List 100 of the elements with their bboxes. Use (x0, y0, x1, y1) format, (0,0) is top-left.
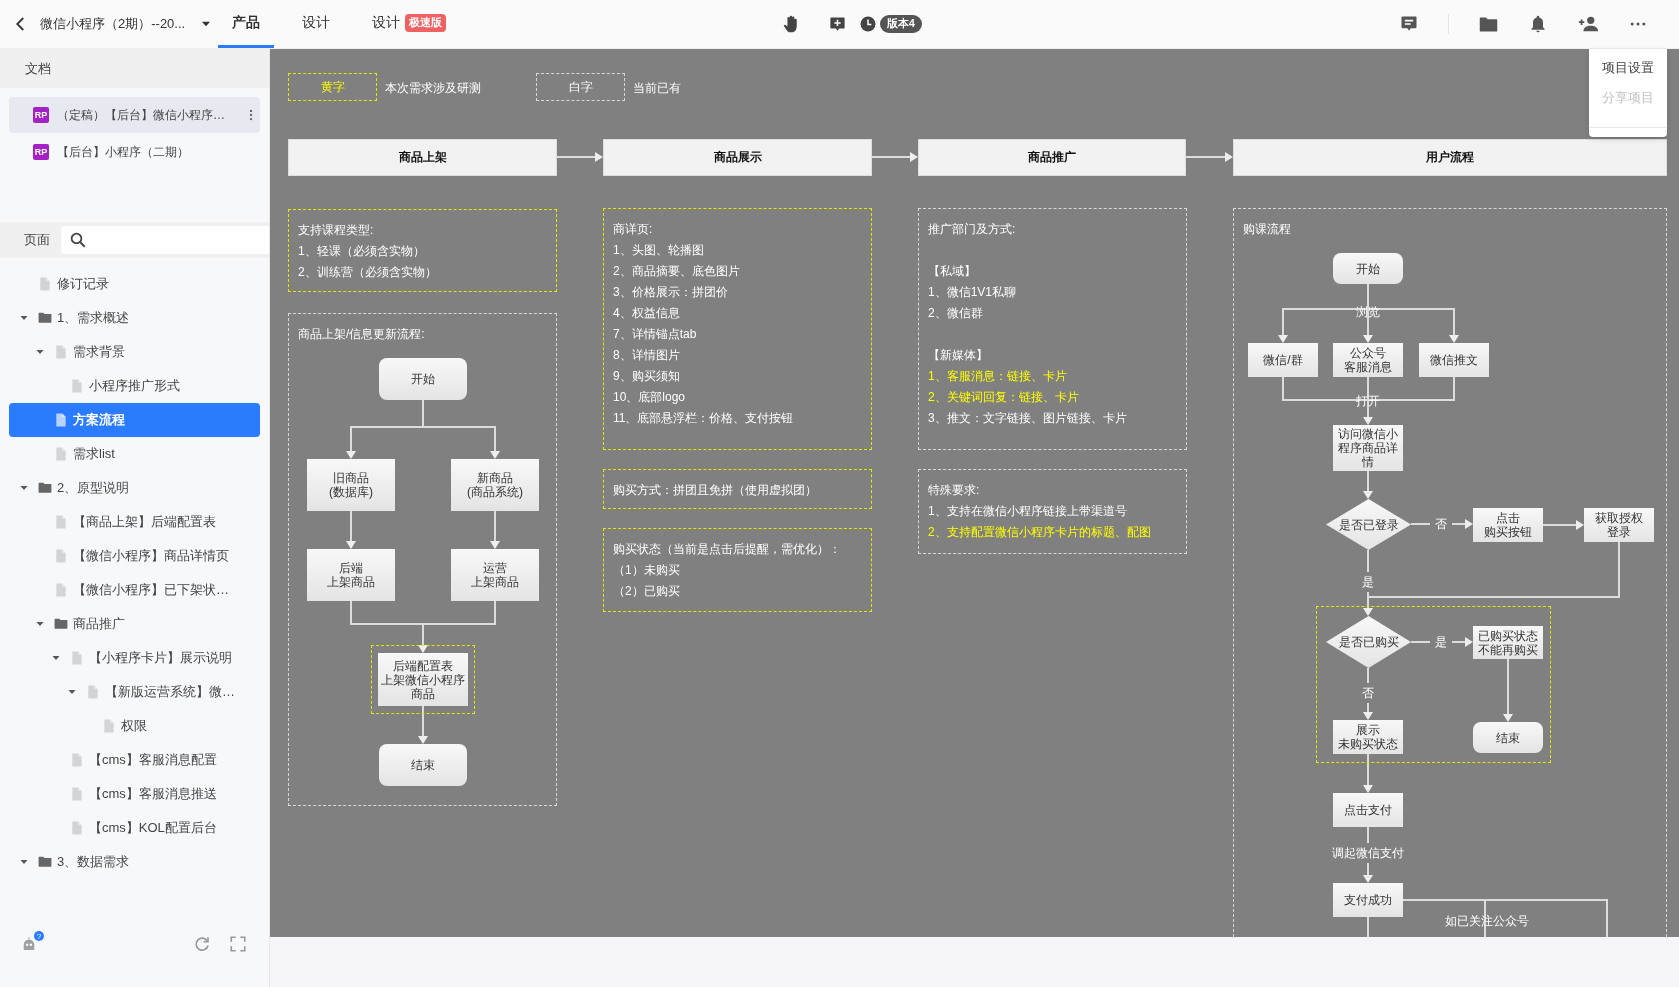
note-text: 8、详情图片 (613, 347, 681, 364)
tree-item[interactable]: 【新版运营系统】微… (0, 675, 269, 709)
search-field[interactable] (61, 226, 269, 254)
tree-item[interactable]: 【cms】客服消息配置 (0, 743, 269, 777)
connector-arrow (1451, 519, 1473, 529)
document-icon (54, 447, 68, 461)
connector-arrow (871, 152, 918, 162)
process-node: 运营 上架商品 (451, 549, 539, 601)
column-header: 用户流程 (1233, 139, 1667, 176)
column-header: 商品展示 (603, 139, 872, 176)
note-text: （1）未购买 (613, 562, 681, 579)
tree-item[interactable]: 【微信小程序】已下架状… (0, 573, 269, 607)
tree-item[interactable]: 3、数据需求 (0, 845, 269, 879)
note-text: 2、训练营（必须含实物） (298, 264, 438, 281)
note-title: 商品上架/信息更新流程: (298, 326, 426, 343)
help-badge[interactable]: ? (34, 931, 44, 941)
process-node: 点击 购买按钮 (1473, 508, 1543, 542)
process-node: 点击支付 (1333, 793, 1403, 827)
tree-item[interactable]: 【商品上架】后端配置表 (0, 505, 269, 539)
tree-item[interactable]: 权限 (0, 709, 269, 743)
note-text: 1、支持在微信小程序链接上带渠道号 (928, 503, 1128, 520)
clock-icon[interactable] (859, 15, 877, 33)
connector-arrow (490, 510, 500, 549)
refresh-icon[interactable] (193, 935, 211, 953)
legend-key: 黄字 (288, 73, 377, 101)
document-icon (70, 379, 84, 393)
project-selector[interactable]: 微信小程序（2期）--20... (40, 15, 218, 33)
edge-label: 是 (1435, 633, 1447, 651)
tree-item[interactable]: 【微信小程序】商品详情页 (0, 539, 269, 573)
tree-item[interactable]: 2、原型说明 (0, 471, 269, 505)
tree-item[interactable]: 小程序推广形式 (0, 369, 269, 403)
edge-label: 是 (1362, 573, 1374, 591)
note-text: 3、价格展示：拼团价 (613, 284, 729, 301)
add-comment-icon[interactable] (828, 14, 847, 34)
start-end-node: 结束 (379, 744, 467, 786)
document-icon (54, 583, 68, 597)
note-text: 1、微信1V1私聊 (928, 284, 1018, 301)
start-end-node: 开始 (1333, 253, 1403, 284)
doc-item[interactable]: RP （定稿）【后台】微信小程序… (9, 97, 260, 133)
column-header: 商品上架 (288, 139, 557, 176)
decision-node: 是否已登录 (1326, 499, 1411, 550)
document-icon (54, 549, 68, 563)
connector-arrow (1363, 753, 1373, 793)
edge-label: 调起微信支付 (1332, 844, 1404, 862)
note-text: 1、头图、轮播图 (613, 242, 705, 259)
tree-item[interactable]: 【cms】KOL配置后台 (0, 811, 269, 845)
search-icon (69, 231, 87, 249)
edge-label: 否 (1362, 684, 1374, 702)
connector-arrow (1363, 862, 1373, 883)
connector-arrow (1363, 702, 1373, 720)
legend-text: 当前已有 (633, 80, 681, 97)
connector-arrow (1542, 520, 1584, 530)
connector-line (1410, 523, 1431, 525)
folder-icon (38, 855, 52, 869)
tree-item[interactable]: 方案流程 (9, 403, 260, 437)
connector-arrow (556, 152, 603, 162)
tree-item[interactable]: 1、需求概述 (0, 301, 269, 335)
note-title: 支持课程类型: (298, 222, 375, 239)
doc-item[interactable]: RP 【后台】小程序（二期） (9, 134, 260, 170)
tab[interactable]: 设计 (288, 0, 344, 48)
tree-item[interactable]: 需求list (0, 437, 269, 471)
edge-label: 否 (1435, 515, 1447, 533)
connector-arrow (346, 510, 356, 549)
document-icon (70, 787, 84, 801)
fullscreen-icon[interactable] (229, 935, 247, 953)
process-node: 支付成功 (1333, 883, 1403, 917)
document-icon (86, 685, 100, 699)
connector-arrow (1185, 152, 1233, 162)
process-node: 微信推文 (1419, 343, 1489, 377)
tree-item[interactable]: 【cms】客服消息推送 (0, 777, 269, 811)
menu-item[interactable]: 项目设置 (1596, 53, 1660, 83)
folder-icon (54, 617, 68, 631)
process-node: 微信/群 (1248, 343, 1318, 377)
note-title: 推广部门及方式: (928, 221, 1017, 238)
note-title: 购买状态（当前是点击后提醒，需优化）： (613, 541, 842, 558)
file-type-badge: RP (33, 107, 49, 123)
legend-key: 白字 (536, 73, 625, 101)
tree-item[interactable]: 商品推广 (0, 607, 269, 641)
process-node: 后端配置表 上架微信小程序 商品 (378, 653, 468, 706)
note-text: 2、商品摘要、底色图片 (613, 263, 741, 280)
bell-icon[interactable] (1528, 14, 1548, 34)
tree-item[interactable]: 需求背景 (0, 335, 269, 369)
note-title: 特殊要求: (928, 482, 981, 499)
tab[interactable]: 设计 极速版 (358, 0, 460, 48)
note-text: 4、权益信息 (613, 305, 681, 322)
document-icon (54, 515, 68, 529)
note-heading: 【私域】 (928, 263, 977, 280)
connector-arrow (418, 705, 428, 744)
note-text: 3、推文：文字链接、图片链接、卡片 (928, 410, 1128, 427)
connector-line (1410, 641, 1431, 643)
column-header: 商品推广 (918, 139, 1186, 176)
tree-item[interactable]: 【小程序卡片】展示说明 (0, 641, 269, 675)
note-text: 2、微信群 (928, 305, 984, 322)
document-icon (70, 651, 84, 665)
version-badge[interactable]: 版本4 (880, 15, 922, 33)
document-icon (38, 277, 52, 291)
process-node: 旧商品 (数据库) (307, 459, 395, 511)
tree-item[interactable]: 修订记录 (0, 267, 269, 301)
process-node: 展示 未购买状态 (1333, 720, 1403, 754)
connector-line (1367, 916, 1369, 937)
